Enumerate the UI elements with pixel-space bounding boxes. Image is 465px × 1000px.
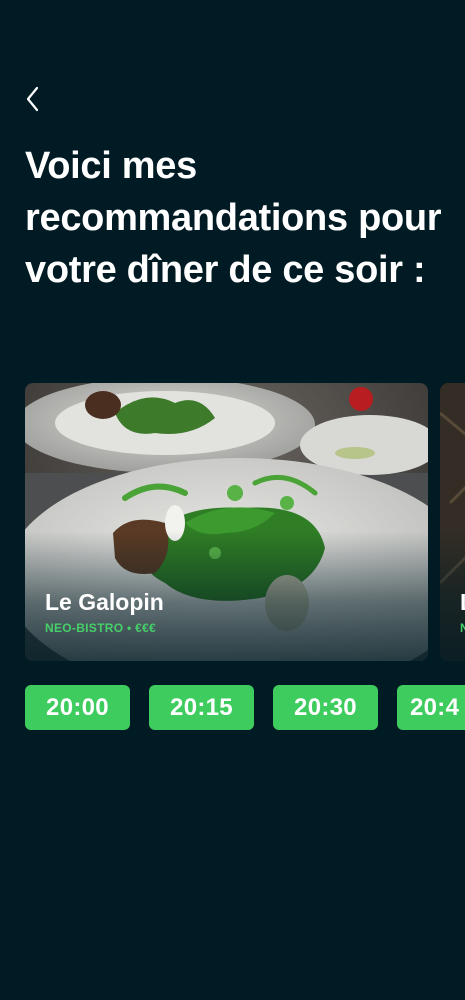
time-slot-button[interactable]: 20:00 — [25, 685, 130, 730]
back-button[interactable] — [18, 84, 48, 114]
restaurant-name: Le Galopin — [45, 589, 164, 615]
page-title: Voici mes recommandations pour votre dîn… — [25, 145, 442, 291]
restaurant-name: L — [460, 589, 465, 616]
chevron-left-icon — [26, 86, 39, 112]
restaurant-meta: NEO-BISTRO • €€€ — [45, 621, 157, 635]
time-slot-button[interactable]: 20:30 — [273, 685, 378, 730]
time-slot-list: 20:00 20:15 20:30 20:4 — [25, 685, 465, 731]
restaurant-meta: N — [460, 621, 465, 635]
time-slot-button[interactable]: 20:4 — [397, 685, 465, 730]
restaurant-card[interactable]: L N — [440, 383, 465, 661]
restaurant-carousel[interactable]: Le Galopin NEO-BISTRO • €€€ L N — [25, 383, 465, 661]
time-slot-button[interactable]: 20:15 — [149, 685, 254, 730]
restaurant-card[interactable]: Le Galopin NEO-BISTRO • €€€ — [25, 383, 428, 661]
